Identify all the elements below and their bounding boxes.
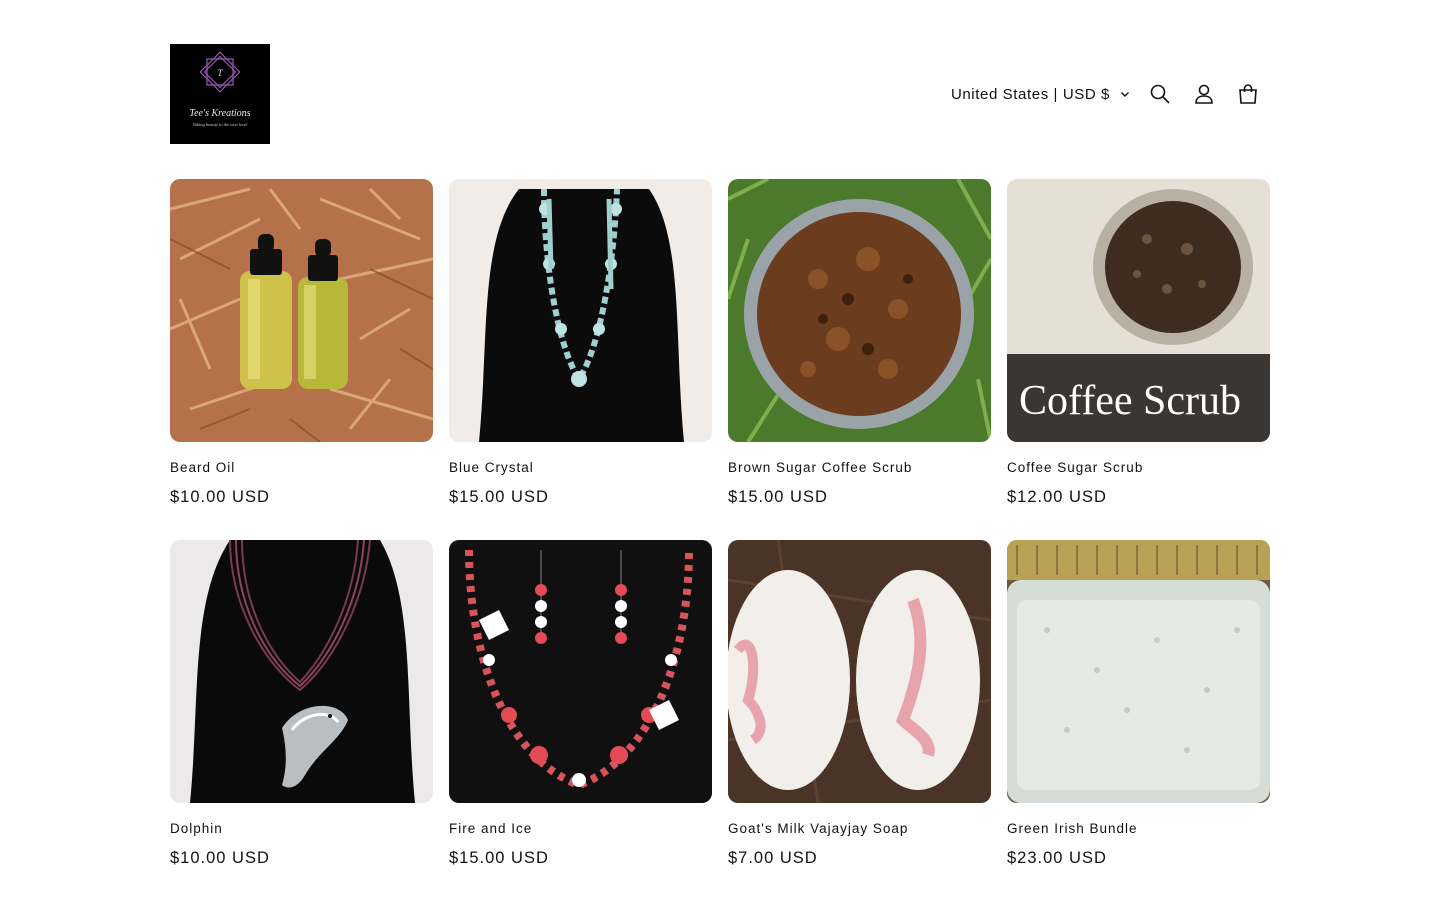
product-image[interactable]	[728, 179, 991, 442]
goats-milk-soap-photo	[728, 540, 991, 803]
product-price: $15.00 USD	[449, 849, 549, 867]
product-image[interactable]: Coffee Scrub	[1007, 179, 1270, 442]
product-image[interactable]	[449, 540, 712, 803]
product-price: $10.00 USD	[170, 488, 270, 506]
site-header: T Tee's Kreations Taking beauty to the n…	[170, 44, 1270, 144]
search-icon	[1150, 84, 1170, 104]
product-card[interactable]: Beard Oil $10.00 USD	[170, 179, 433, 540]
product-title[interactable]: Green Irish Bundle	[1007, 821, 1270, 837]
product-price: $23.00 USD	[1007, 849, 1107, 867]
cart-button[interactable]	[1226, 72, 1270, 116]
account-button[interactable]	[1182, 72, 1226, 116]
product-image[interactable]	[1007, 540, 1270, 803]
coffee-sugar-scrub-photo: Coffee Scrub	[1007, 179, 1270, 442]
product-card[interactable]: Dolphin $10.00 USD	[170, 540, 433, 901]
store-logo[interactable]: T Tee's Kreations Taking beauty to the n…	[170, 44, 270, 144]
image-caption: Coffee Scrub	[1019, 378, 1241, 424]
product-title[interactable]: Dolphin	[170, 821, 433, 837]
localization-label: United States | USD $	[950, 85, 1110, 103]
blue-crystal-photo	[449, 179, 712, 442]
product-image[interactable]	[170, 540, 433, 803]
chevron-down-icon	[1121, 92, 1129, 97]
product-title[interactable]: Blue Crystal	[449, 460, 712, 476]
product-price: $7.00 USD	[728, 849, 818, 867]
product-title[interactable]: Goat's Milk Vajayjay Soap	[728, 821, 991, 837]
product-image[interactable]	[728, 540, 991, 803]
product-image[interactable]	[170, 179, 433, 442]
product-card[interactable]: Brown Sugar Coffee Scrub $15.00 USD	[728, 179, 991, 540]
beard-oil-photo	[170, 179, 433, 442]
product-title[interactable]: Fire and Ice	[449, 821, 712, 837]
product-title[interactable]: Brown Sugar Coffee Scrub	[728, 460, 991, 476]
account-icon	[1195, 84, 1213, 104]
header-actions: United States | USD $	[943, 72, 1270, 116]
cart-icon	[1239, 84, 1257, 104]
product-card[interactable]: Fire and Ice $15.00 USD	[449, 540, 712, 901]
product-card[interactable]: Goat's Milk Vajayjay Soap $7.00 USD	[728, 540, 991, 901]
product-price: $15.00 USD	[728, 488, 828, 506]
country-currency-selector[interactable]: United States | USD $	[943, 72, 1138, 116]
product-grid: Beard Oil $10.00 USD Blue Crystal $15.00…	[170, 179, 1270, 901]
fire-and-ice-photo	[449, 540, 712, 803]
green-irish-bundle-photo	[1007, 540, 1270, 803]
search-button[interactable]	[1138, 72, 1182, 116]
logo-image: T Tee's Kreations Taking beauty to the n…	[170, 44, 270, 144]
product-title[interactable]: Beard Oil	[170, 460, 433, 476]
product-card[interactable]: Coffee Scrub Coffee Sugar Scrub $12.00 U…	[1007, 179, 1270, 540]
product-title[interactable]: Coffee Sugar Scrub	[1007, 460, 1270, 476]
dolphin-photo	[170, 540, 433, 803]
product-price: $10.00 USD	[170, 849, 270, 867]
logo-tagline: Taking beauty to the next level	[193, 122, 248, 127]
product-image[interactable]	[449, 179, 712, 442]
logo-text: Tee's Kreations	[189, 108, 250, 119]
brown-sugar-scrub-photo	[728, 179, 991, 442]
product-price: $12.00 USD	[1007, 488, 1107, 506]
product-price: $15.00 USD	[449, 488, 549, 506]
product-card[interactable]: Green Irish Bundle $23.00 USD	[1007, 540, 1270, 901]
product-card[interactable]: Blue Crystal $15.00 USD	[449, 179, 712, 540]
